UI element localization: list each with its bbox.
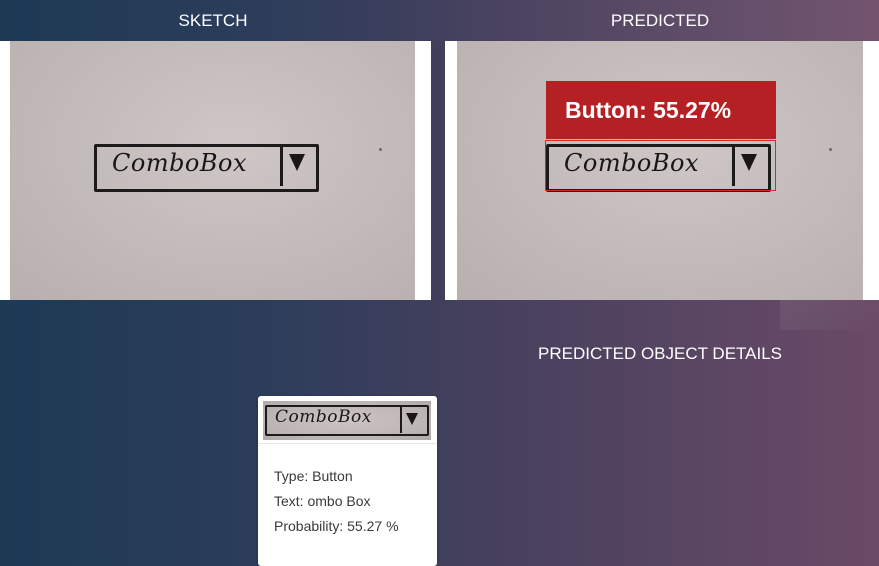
sketch-photo: ComboBox bbox=[10, 41, 415, 300]
predicted-header: PREDICTED bbox=[610, 11, 710, 30]
detection-bounding-box bbox=[545, 140, 776, 191]
sketch-combobox-divider bbox=[280, 146, 283, 186]
details-section-title: PREDICTED OBJECT DETAILS bbox=[537, 344, 783, 363]
object-text: Text: ombo Box bbox=[274, 493, 371, 509]
triangle-down-icon bbox=[289, 154, 305, 171]
sketch-header: SKETCH bbox=[178, 11, 248, 30]
paper-speck bbox=[379, 148, 382, 151]
predicted-panel: ComboBox Button: 55.27% bbox=[445, 41, 879, 300]
sketch-panel: ComboBox bbox=[0, 41, 431, 300]
predicted-photo: ComboBox Button: 55.27% bbox=[457, 41, 863, 300]
sketch-combobox-text: ComboBox bbox=[112, 149, 248, 177]
object-thumbnail: ComboBox bbox=[263, 401, 431, 440]
triangle-down-icon bbox=[406, 413, 418, 425]
thumbnail-combobox-text: ComboBox bbox=[275, 407, 372, 427]
thumbnail-combobox-divider bbox=[400, 406, 402, 433]
predicted-object-card[interactable]: ComboBox Type: Button Text: ombo Box Pro… bbox=[258, 396, 437, 566]
card-divider bbox=[258, 443, 437, 444]
paper-speck bbox=[829, 148, 832, 151]
object-type: Type: Button bbox=[274, 468, 353, 484]
detection-label: Button: 55.27% bbox=[546, 81, 776, 139]
object-probability: Probability: 55.27 % bbox=[274, 518, 399, 534]
